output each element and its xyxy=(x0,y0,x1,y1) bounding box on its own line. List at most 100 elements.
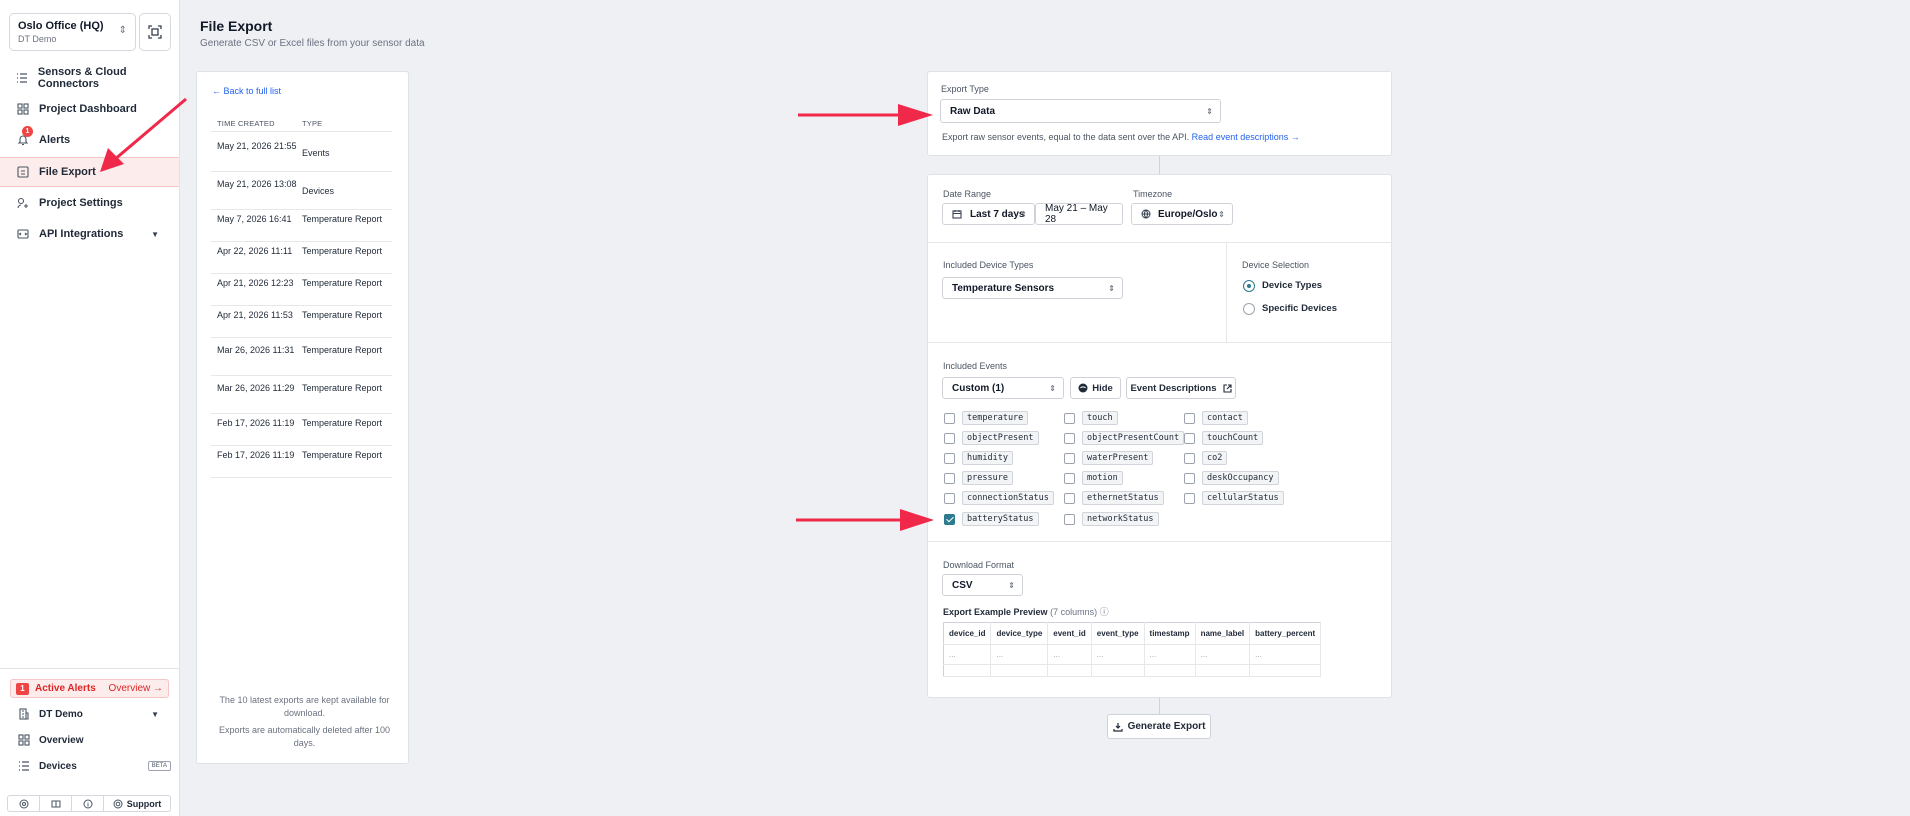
sidebar-item-file-export[interactable]: File Export xyxy=(0,157,179,187)
history-row[interactable]: May 21, 2026 21:55 Events xyxy=(211,134,392,172)
event-name: objectPresent xyxy=(962,431,1039,445)
sidebar-item-project-settings[interactable]: Project Settings xyxy=(0,188,179,218)
event-checkbox[interactable] xyxy=(1064,472,1075,484)
history-type: Temperature Report xyxy=(302,310,383,320)
preview-col-event_type: event_type xyxy=(1091,622,1145,645)
event-checkbox[interactable] xyxy=(944,452,955,464)
org-switcher[interactable]: Oslo Office (HQ) DT Demo ⇕ xyxy=(9,13,136,51)
event-checkbox[interactable] xyxy=(944,492,955,504)
included-events-select[interactable]: Custom (1) ⇕ xyxy=(942,377,1064,399)
docs-button[interactable] xyxy=(40,796,72,811)
active-alerts-banner[interactable]: 1 Active Alerts Overview → xyxy=(10,679,169,698)
radio-device-types[interactable] xyxy=(1243,280,1255,292)
chevron-updown-icon: ⇕ xyxy=(1108,283,1115,293)
back-to-list-link[interactable]: ← Back to full list xyxy=(212,86,281,96)
sidebar-item-devices[interactable]: Devices BETA xyxy=(0,754,179,778)
sidebar-item-alerts[interactable]: 1 Alerts xyxy=(0,125,179,155)
sidebar-item-api-integrations[interactable]: API Integrations ▼ xyxy=(0,219,179,249)
download-format-select[interactable]: CSV ⇕ xyxy=(942,574,1023,596)
sidebar-item-overview[interactable]: Overview xyxy=(0,728,179,752)
event-checkbox[interactable] xyxy=(1184,492,1195,504)
history-row[interactable]: May 21, 2026 13:08 Devices xyxy=(211,172,392,210)
event-checkbox[interactable] xyxy=(1184,432,1195,444)
info-button[interactable] xyxy=(72,796,104,811)
event-checkbox[interactable] xyxy=(944,412,955,424)
history-row[interactable]: Mar 26, 2026 11:29 Temperature Report xyxy=(211,376,392,414)
event-option-touchCount[interactable]: touchCount xyxy=(1184,431,1264,445)
history-time: Feb 17, 2026 11:19 xyxy=(217,418,295,428)
event-option-pressure[interactable]: pressure xyxy=(944,471,1013,485)
read-event-descriptions-link[interactable]: Read event descriptions → xyxy=(1192,132,1300,142)
help-button[interactable] xyxy=(8,796,40,811)
event-checkbox[interactable] xyxy=(1064,513,1075,525)
history-row[interactable]: Feb 17, 2026 11:19 Temperature Report xyxy=(211,446,392,478)
event-option-motion[interactable]: motion xyxy=(1064,471,1123,485)
history-row[interactable]: Apr 21, 2026 12:23 Temperature Report xyxy=(211,274,392,306)
history-time: Apr 21, 2026 11:53 xyxy=(217,310,293,320)
event-checkbox[interactable] xyxy=(1064,492,1075,504)
event-name: temperature xyxy=(962,411,1029,425)
annotation-arrow-export-type xyxy=(798,104,933,126)
event-checkbox[interactable] xyxy=(1064,452,1075,464)
event-option-humidity[interactable]: humidity xyxy=(944,451,1013,465)
active-alerts-overview-link[interactable]: Overview → xyxy=(109,683,163,694)
event-descriptions-button[interactable]: Event Descriptions xyxy=(1126,377,1236,399)
generate-export-button[interactable]: Generate Export xyxy=(1107,714,1211,739)
sidebar-item-sensors[interactable]: Sensors & Cloud Connectors xyxy=(0,63,179,93)
event-checkbox[interactable] xyxy=(944,432,955,444)
preview-cell: ... xyxy=(1249,644,1322,665)
event-checkbox[interactable] xyxy=(1184,412,1195,424)
event-option-cellularStatus[interactable]: cellularStatus xyxy=(1184,491,1284,505)
sidebar-item-label: Sensors & Cloud Connectors xyxy=(37,66,127,90)
event-option-co2[interactable]: co2 xyxy=(1184,451,1228,465)
export-type-select[interactable]: Raw Data ⇕ xyxy=(940,99,1221,123)
device-types-value: Temperature Sensors xyxy=(952,282,1055,294)
date-range-select[interactable]: Last 7 days ⇕ xyxy=(942,203,1035,225)
history-row[interactable]: Apr 22, 2026 11:11 Temperature Report xyxy=(211,242,392,274)
history-row[interactable]: May 7, 2026 16:41 Temperature Report xyxy=(211,210,392,242)
event-option-objectPresentCount[interactable]: objectPresentCount xyxy=(1064,431,1185,445)
event-checkbox[interactable] xyxy=(944,513,955,525)
event-name: motion xyxy=(1082,471,1123,485)
page-subtitle: Generate CSV or Excel files from your se… xyxy=(200,38,425,49)
event-checkbox[interactable] xyxy=(1184,452,1195,464)
support-button[interactable]: Support xyxy=(104,799,170,809)
history-row[interactable]: Mar 26, 2026 11:31 Temperature Report xyxy=(211,338,392,376)
event-checkbox[interactable] xyxy=(944,472,955,484)
hide-label: Hide xyxy=(1092,382,1113,394)
building-icon xyxy=(18,708,30,720)
sidebar-item-dashboard[interactable]: Project Dashboard xyxy=(0,94,179,124)
lifebuoy-icon xyxy=(113,799,123,808)
device-types-select[interactable]: Temperature Sensors ⇕ xyxy=(942,277,1123,299)
event-name: cellularStatus xyxy=(1202,491,1284,505)
history-row[interactable]: Apr 21, 2026 11:53 Temperature Report xyxy=(211,306,392,338)
event-option-connectionStatus[interactable]: connectionStatus xyxy=(944,491,1054,505)
event-checkbox[interactable] xyxy=(1184,472,1195,484)
timezone-select[interactable]: Europe/Oslo ⇕ xyxy=(1131,203,1233,225)
chevron-updown-icon: ⇕ xyxy=(1008,580,1015,590)
history-row[interactable]: Feb 17, 2026 11:19 Temperature Report xyxy=(211,414,392,446)
history-time: Apr 21, 2026 12:23 xyxy=(217,278,294,288)
event-checkbox[interactable] xyxy=(1064,432,1075,444)
event-option-networkStatus[interactable]: networkStatus xyxy=(1064,512,1159,526)
preview-cell: ... xyxy=(1144,644,1196,665)
event-option-contact[interactable]: contact xyxy=(1184,411,1248,425)
scan-qr-button[interactable] xyxy=(139,13,171,51)
date-range-span[interactable]: May 21 – May 28 xyxy=(1035,203,1123,225)
event-checkbox[interactable] xyxy=(1064,412,1075,424)
help-circle-icon: ⓘ xyxy=(1099,607,1109,617)
included-events-label: Included Events xyxy=(943,361,1008,371)
event-option-batteryStatus[interactable]: batteryStatus xyxy=(944,512,1039,526)
event-option-waterPresent[interactable]: waterPresent xyxy=(1064,451,1154,465)
event-option-deskOccupancy[interactable]: deskOccupancy xyxy=(1184,471,1279,485)
radio-specific-devices[interactable] xyxy=(1243,303,1255,315)
event-option-touch[interactable]: touch xyxy=(1064,411,1118,425)
export-preview-label: Export Example Preview (7 columns) ⓘ xyxy=(943,605,1109,618)
hide-events-button[interactable]: Hide xyxy=(1070,377,1121,399)
event-option-temperature[interactable]: temperature xyxy=(944,411,1029,425)
sidebar-org-dt-demo[interactable]: DT Demo ▼ xyxy=(0,702,179,726)
event-option-ethernetStatus[interactable]: ethernetStatus xyxy=(1064,491,1164,505)
history-time: May 21, 2026 13:08 xyxy=(217,179,297,189)
event-option-objectPresent[interactable]: objectPresent xyxy=(944,431,1039,445)
active-alerts-label: Active Alerts xyxy=(35,683,96,694)
